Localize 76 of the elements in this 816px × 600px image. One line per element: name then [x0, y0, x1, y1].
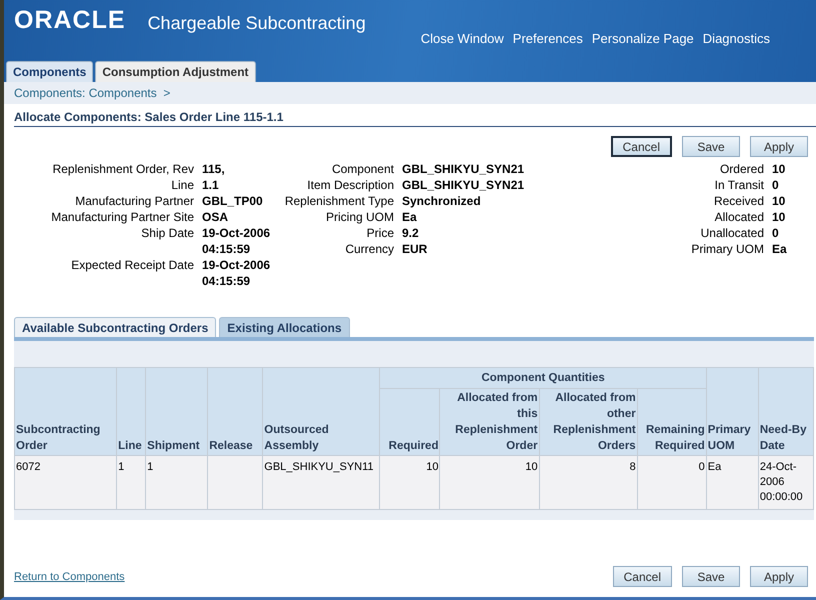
tab[interactable]: Components: [6, 61, 94, 82]
sub-tab[interactable]: Existing Allocations: [219, 317, 350, 337]
field-label: Component: [330, 161, 394, 177]
app-title: Chargeable Subcontracting: [148, 13, 366, 34]
column-header: Primary UOM: [706, 368, 758, 456]
column-header: Release: [208, 368, 263, 456]
global-link[interactable]: Personalize Page: [592, 31, 694, 46]
table-cell: Ea: [706, 456, 758, 510]
tab[interactable]: Consumption Adjustment: [95, 61, 256, 82]
field-label: Replenishment Order, Rev: [52, 161, 194, 177]
table-cell: 0: [637, 456, 706, 510]
field-value: 115,: [202, 161, 226, 177]
global-link[interactable]: Preferences: [512, 31, 583, 46]
sub-tab[interactable]: Available Subcontracting Orders: [14, 317, 216, 337]
field-value: GBL_TP00: [202, 193, 264, 209]
column-header: Outsourced Assembly: [262, 368, 380, 456]
table-cell: 8: [539, 456, 638, 510]
table-cell: 10: [380, 456, 440, 510]
column-header: Need-By Date: [758, 368, 814, 456]
column-header: Remaining Required: [637, 388, 706, 456]
logo: ORACLE: [14, 6, 126, 35]
field-value: Ea: [772, 241, 788, 257]
field-label: Expected Receipt Date: [70, 257, 194, 274]
apply-button[interactable]: Apply: [750, 136, 808, 157]
column-header: Allocated from other Replenishment Orders: [539, 388, 638, 456]
column-header: Line: [116, 368, 146, 456]
column-header: Required: [380, 388, 440, 456]
field-value: 10: [772, 193, 786, 209]
table-cell: GBL_SHIKYU_SYN11: [262, 456, 380, 510]
field-label: Line: [170, 177, 194, 193]
save-button[interactable]: Save: [682, 136, 740, 157]
field-label: Pricing UOM: [324, 209, 394, 225]
field-label: Manufacturing Partner: [74, 193, 194, 209]
cancel-button[interactable]: Cancel: [612, 566, 672, 587]
table-cell: 6072: [14, 456, 117, 510]
column-header: Subcontracting Order: [14, 368, 117, 456]
column-header: Shipment: [146, 368, 208, 456]
field-value: GBL_SHIKYU_SYN21: [402, 161, 526, 177]
table-cell: 24-Oct-2006 00:00:00: [758, 456, 814, 510]
field-value: EUR: [402, 241, 428, 257]
field-label: Manufacturing Partner Site: [50, 209, 194, 225]
field-label: Replenishment Type: [284, 193, 394, 209]
save-button[interactable]: Save: [682, 566, 740, 587]
global-link[interactable]: Diagnostics: [702, 31, 770, 46]
field-label: Primary UOM: [690, 241, 764, 257]
field-value: 10: [772, 161, 786, 177]
field-value: 1.1: [202, 177, 220, 193]
field-label: Item Description: [306, 177, 394, 193]
field-value: 10: [772, 209, 786, 225]
table-cell: 10: [440, 456, 540, 510]
field-label: Currency: [344, 241, 394, 257]
field-label: Received: [712, 193, 764, 209]
field-value: 19-Oct-2006 04:15:59: [202, 225, 272, 257]
column-header: Allocated from this Replenishment Order: [440, 388, 540, 456]
table-cell: 1: [116, 456, 146, 510]
field-value: 0: [772, 225, 780, 241]
field-value: 9.2: [402, 225, 420, 241]
return-link[interactable]: Return to Components: [14, 570, 125, 582]
field-value: OSA: [202, 209, 230, 225]
field-value: Synchronized: [402, 193, 482, 209]
table-cell: 1: [146, 456, 208, 510]
field-label: Ordered: [718, 161, 764, 177]
field-label: In Transit: [714, 177, 764, 193]
global-link[interactable]: Close Window: [420, 31, 504, 46]
field-value: Ea: [402, 209, 418, 225]
cancel-button[interactable]: Cancel: [610, 136, 672, 157]
field-label: Unallocated: [700, 225, 764, 241]
column-group-header: Component Quantities: [380, 368, 706, 388]
breadcrumb-link[interactable]: Components: Components >: [14, 86, 170, 100]
field-value: GBL_SHIKYU_SYN21: [402, 177, 526, 193]
apply-button[interactable]: Apply: [750, 566, 808, 587]
field-value: 19-Oct-2006 04:15:59: [202, 257, 272, 289]
field-value: 0: [772, 177, 780, 193]
page-title: Allocate Components: Sales Order Line 115-1.1: [14, 110, 816, 127]
field-label: Allocated: [714, 209, 764, 225]
field-label: Ship Date: [140, 225, 194, 242]
